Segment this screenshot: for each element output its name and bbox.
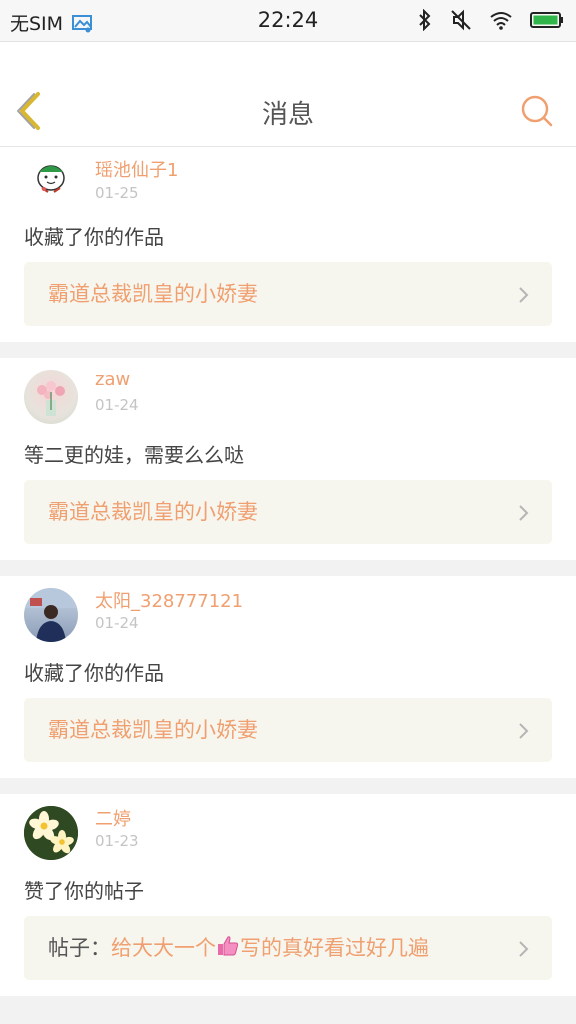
message-text: 收藏了你的作品 — [24, 661, 164, 685]
message-text: 等二更的娃，需要么么哒 — [24, 443, 244, 467]
card-header: zaw 01-24 — [24, 358, 552, 434]
message-list[interactable]: 瑶池仙子1 01-25 收藏了你的作品 霸道总裁凯皇的小娇妻 zaw 01-24… — [0, 148, 576, 1024]
battery-icon — [530, 12, 563, 28]
chevron-right-icon — [519, 287, 529, 303]
message-card: 瑶池仙子1 01-25 收藏了你的作品 霸道总裁凯皇的小娇妻 — [0, 148, 576, 342]
chevron-right-icon — [519, 941, 529, 957]
username[interactable]: 太阳_328777121 — [95, 587, 243, 613]
wifi-icon — [490, 12, 512, 30]
page-title: 消息 — [261, 100, 314, 130]
plumeria-avatar-icon — [24, 806, 78, 860]
username[interactable]: zaw — [95, 369, 130, 390]
post-title-end: 写的真好看过好几遍 — [240, 936, 429, 960]
work-link[interactable]: 霸道总裁凯皇的小娇妻 — [24, 698, 552, 762]
work-title: 霸道总裁凯皇的小娇妻 — [48, 282, 258, 306]
avatar[interactable] — [24, 370, 78, 424]
thumbs-up-icon — [218, 936, 239, 956]
person-avatar-icon — [24, 588, 78, 642]
date: 01-24 — [95, 396, 139, 414]
post-link[interactable]: 帖子：给大大一个 写的真好看过好几遍 — [24, 916, 552, 980]
username[interactable]: 瑶池仙子1 — [95, 156, 178, 182]
work-title: 霸道总裁凯皇的小娇妻 — [48, 500, 258, 524]
message-text: 赞了你的帖子 — [24, 879, 144, 903]
message-card: 太阳_328777121 01-24 收藏了你的作品 霸道总裁凯皇的小娇妻 — [0, 576, 576, 778]
app-header: 消息 — [0, 42, 576, 147]
date: 01-24 — [95, 614, 139, 632]
username[interactable]: 二婷 — [95, 805, 131, 831]
avatar[interactable] — [24, 588, 78, 642]
status-bar: 无SIM 22:24 — [0, 0, 576, 42]
work-title: 霸道总裁凯皇的小娇妻 — [48, 718, 258, 742]
avatar[interactable] — [24, 806, 78, 860]
avatar[interactable] — [24, 150, 78, 204]
post-title-start: 给大大一个 — [111, 936, 216, 960]
work-link[interactable]: 霸道总裁凯皇的小娇妻 — [24, 262, 552, 326]
message-text: 收藏了你的作品 — [24, 225, 164, 249]
date: 01-25 — [95, 184, 139, 202]
search-icon[interactable] — [520, 94, 554, 128]
message-card: zaw 01-24 等二更的娃，需要么么哒 霸道总裁凯皇的小娇妻 — [0, 358, 576, 560]
work-link[interactable]: 霸道总裁凯皇的小娇妻 — [24, 480, 552, 544]
card-header: 太阳_328777121 01-24 — [24, 576, 552, 652]
flowers-avatar-icon — [37, 381, 65, 416]
date: 01-23 — [95, 832, 139, 850]
card-header: 瑶池仙子1 01-25 — [24, 148, 552, 216]
post-prefix: 帖子： — [48, 936, 111, 960]
chevron-right-icon — [519, 505, 529, 521]
card-header: 二婷 01-23 — [24, 794, 552, 870]
message-card: 二婷 01-23 赞了你的帖子 帖子：给大大一个 写的真好看过好几遍 — [0, 794, 576, 996]
status-icons — [417, 8, 564, 32]
bluetooth-icon — [419, 9, 431, 31]
chevron-right-icon — [519, 723, 529, 739]
cartoon-avatar-icon — [37, 165, 65, 193]
mute-icon — [451, 9, 471, 31]
